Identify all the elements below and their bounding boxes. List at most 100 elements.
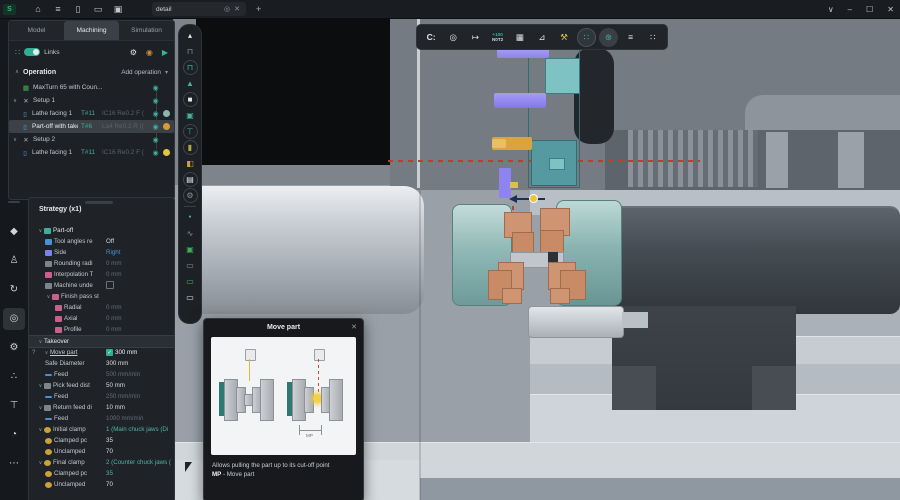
fixture-icon[interactable]: ◧ <box>183 156 198 171</box>
param-row[interactable]: Axial 0 mm <box>29 313 175 324</box>
lock-icon[interactable]: ⊓ <box>183 44 198 59</box>
param-row[interactable]: Side Right <box>29 247 175 258</box>
target-icon[interactable]: ◉ <box>151 149 160 157</box>
param-row[interactable]: Tool angles re Off <box>29 236 175 247</box>
add-operation-button[interactable]: Add operation <box>121 69 161 76</box>
home-icon[interactable]: ⌂ <box>28 1 48 17</box>
links-toggle[interactable] <box>24 48 40 56</box>
more-icon[interactable]: ⋯ <box>3 453 25 475</box>
param-row-finish-pass[interactable]: ∨ Finish pass st <box>29 291 175 302</box>
tree-row-lathe-facing-1[interactable]: ▯ Lathe facing 1 T#11 IC16 Re0.2 F ( ◉ <box>9 107 174 120</box>
wave-icon[interactable]: ∿ <box>183 226 198 241</box>
chuck-icon[interactable]: ▲ <box>183 76 198 91</box>
mesh-icon[interactable]: ⊛ <box>599 28 618 47</box>
tree-row-setup2[interactable]: ∨ ✕ Setup 2 ◉ <box>9 133 174 146</box>
new-file-icon[interactable]: ▯ <box>68 1 88 17</box>
param-row-part-off[interactable]: ∨ Part-off <box>29 225 175 236</box>
stock-cylinder[interactable] <box>196 186 424 314</box>
jaws-icon[interactable]: ▣ <box>183 108 198 123</box>
tab-model[interactable]: Model <box>9 21 64 40</box>
pin-icon[interactable]: ◎ <box>222 5 232 13</box>
target-icon[interactable]: ◉ <box>151 136 160 144</box>
tool-holder-icon[interactable]: ⊤ <box>183 124 198 139</box>
open-folder-icon[interactable]: ▭ <box>88 1 108 17</box>
menu-icon[interactable]: ≡ <box>48 1 68 17</box>
collapse-icon[interactable]: ∧ <box>15 69 19 75</box>
target-icon[interactable]: ◉ <box>151 110 160 118</box>
chuck-jaw[interactable] <box>502 288 522 304</box>
param-row[interactable]: Profile 0 mm <box>29 324 175 335</box>
purple-tool-mid[interactable] <box>494 93 546 108</box>
chat-icon[interactable]: ▭ <box>183 290 198 305</box>
checkbox-unchecked[interactable] <box>106 281 114 289</box>
tree-row-setup1[interactable]: ∨ ✕ Setup 1 ◉ <box>9 94 174 107</box>
grid-icon[interactable]: ∷ <box>643 28 662 47</box>
sidebar-handle[interactable] <box>8 201 20 203</box>
target-icon[interactable]: ◉ <box>151 97 160 105</box>
compass-icon[interactable]: ◎ <box>3 308 25 330</box>
machine-tool-icon[interactable]: ⚒ <box>555 28 574 47</box>
param-row-move-part[interactable]: ? ∨ Move part ✓300 mm <box>29 347 175 358</box>
document-icon[interactable]: ▤ <box>183 172 198 187</box>
param-row-initial-clamp[interactable]: ∨ Initial clamp 1 (Main chuck jaws (Di <box>29 424 175 435</box>
param-row[interactable]: Feed 1000 mm/min <box>29 413 175 424</box>
counter-spindle-body[interactable] <box>612 206 900 314</box>
param-row[interactable]: Interpolation T 0 mm <box>29 269 175 280</box>
chuck-jaw[interactable] <box>550 288 570 304</box>
links-graph-icon[interactable]: ∷ <box>15 48 20 57</box>
window-dropdown-icon[interactable]: ∨ <box>828 5 834 14</box>
param-row[interactable]: Feed 250 mm/min <box>29 391 175 402</box>
param-row-pick-feed[interactable]: ∨ Pick feed dist 50 mm <box>29 380 175 391</box>
stock-icon[interactable]: ■ <box>183 92 198 107</box>
camera-icon[interactable]: ▭ <box>183 258 198 273</box>
nodes-icon[interactable]: ∴ <box>3 366 25 388</box>
links-dots-icon[interactable]: ∷ <box>577 28 596 47</box>
tree-row-part-off[interactable]: ▯ Part-off with takeo... T#6 La4 Re0.2 R… <box>9 120 174 133</box>
list-icon[interactable]: ≡ <box>621 28 640 47</box>
table-icon[interactable]: ▦ <box>510 28 529 47</box>
tailstock-quill[interactable] <box>528 306 624 338</box>
user-icon[interactable]: ♙ <box>3 250 25 272</box>
tree-row-machine[interactable]: ▦ MaxTurn 65 with Coun... ◉ <box>9 81 174 94</box>
close-button[interactable]: ✕ <box>887 5 894 14</box>
power-icon[interactable]: ◔ <box>3 424 25 446</box>
document-tab[interactable]: detail ◎ ✕ <box>152 2 246 16</box>
param-row[interactable]: Rounding radi 0 mm <box>29 258 175 269</box>
param-row[interactable]: Unclamped 70 <box>29 446 175 457</box>
maximize-button[interactable]: ☐ <box>866 5 873 14</box>
gear-icon[interactable]: ⚙ <box>3 337 25 359</box>
run-simulation-icon[interactable]: ▶ <box>162 48 168 57</box>
panel-handle[interactable] <box>85 201 113 204</box>
param-row[interactable]: Machine unde <box>29 280 175 291</box>
paste-icon[interactable]: ▣ <box>108 1 128 17</box>
tab-simulation[interactable]: Simulation <box>119 21 174 40</box>
app-logo[interactable]: S <box>3 4 16 15</box>
settings-icon[interactable]: ⚙ <box>183 188 198 203</box>
param-row[interactable]: Clamped pc 35 <box>29 435 175 446</box>
cnc-icon[interactable]: C: <box>422 28 441 47</box>
export-icon[interactable]: ↦ <box>466 28 485 47</box>
new-tab-button[interactable]: + <box>256 4 261 14</box>
tab-machining[interactable]: Machining <box>64 21 119 40</box>
machine-setup-icon[interactable]: ◉ <box>146 48 153 57</box>
param-row[interactable]: Clamped pc 35 <box>29 468 175 479</box>
tree-row-lathe-facing-2[interactable]: ▯ Lathe facing 1 T#11 IC16 Re0.2 F ( ◉ <box>9 146 174 159</box>
param-row[interactable]: Safe Diameter 300 mm <box>29 358 175 369</box>
add-operation-caret[interactable]: ▾ <box>165 69 168 76</box>
camera-active-icon[interactable]: ▭ <box>183 274 198 289</box>
operations-settings-icon[interactable]: ⚙ <box>130 48 137 57</box>
param-row-final-clamp[interactable]: ∨ Final clamp 2 (Counter chuck jaws ( <box>29 457 175 468</box>
checkbox-checked[interactable]: ✓ <box>106 349 113 356</box>
param-row[interactable]: Feed 500 mm/min <box>29 369 175 380</box>
dot-icon[interactable]: ● <box>183 210 198 225</box>
target-icon[interactable]: ◉ <box>151 123 160 131</box>
tab-close-icon[interactable]: ✕ <box>232 5 242 13</box>
gcode-badge[interactable]: +100 N0T2 <box>488 28 507 47</box>
popup-close-icon[interactable]: ✕ <box>351 323 357 331</box>
chart-icon[interactable]: ⊿ <box>532 28 551 47</box>
blades-icon[interactable]: ◆ <box>3 221 25 243</box>
param-row[interactable]: Unclamped 70 <box>29 479 175 490</box>
collapse-icon[interactable]: ▴ <box>183 28 198 43</box>
sync-icon[interactable]: ↻ <box>3 279 25 301</box>
tool-icon[interactable]: ⊤ <box>3 395 25 417</box>
